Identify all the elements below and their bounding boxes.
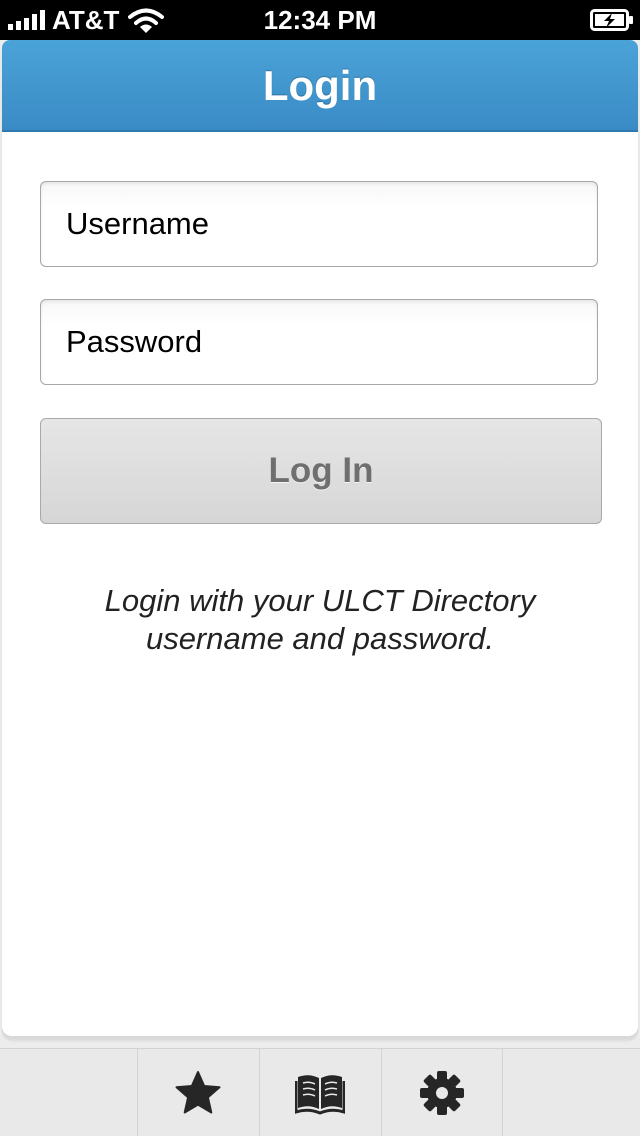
tab-settings[interactable] (381, 1049, 503, 1136)
status-bar: AT&T 12:34 PM (0, 0, 640, 40)
tab-bar (0, 1048, 640, 1136)
content-card: Login Log In Login with your ULCT Direct… (2, 40, 638, 1036)
star-icon (175, 1071, 221, 1114)
page-title: Login (262, 62, 378, 109)
app-container: Login Log In Login with your ULCT Direct… (0, 40, 640, 1136)
gear-icon (420, 1071, 464, 1115)
tab-directory[interactable] (259, 1049, 380, 1136)
status-time: 12:34 PM (263, 5, 377, 35)
login-button[interactable]: Log In (40, 418, 602, 524)
tab-favorites[interactable] (137, 1049, 258, 1136)
password-field[interactable] (40, 299, 598, 385)
password-input[interactable] (41, 300, 597, 384)
book-icon (295, 1075, 345, 1115)
navigation-bar: Login (2, 40, 638, 132)
battery-charging-icon (590, 9, 633, 31)
username-input[interactable] (41, 182, 597, 266)
phone-screen: AT&T 12:34 PM Login Log In Logi (0, 0, 640, 1136)
username-field[interactable] (40, 181, 598, 267)
login-hint-text: Login with your ULCT Directory username … (104, 583, 536, 656)
